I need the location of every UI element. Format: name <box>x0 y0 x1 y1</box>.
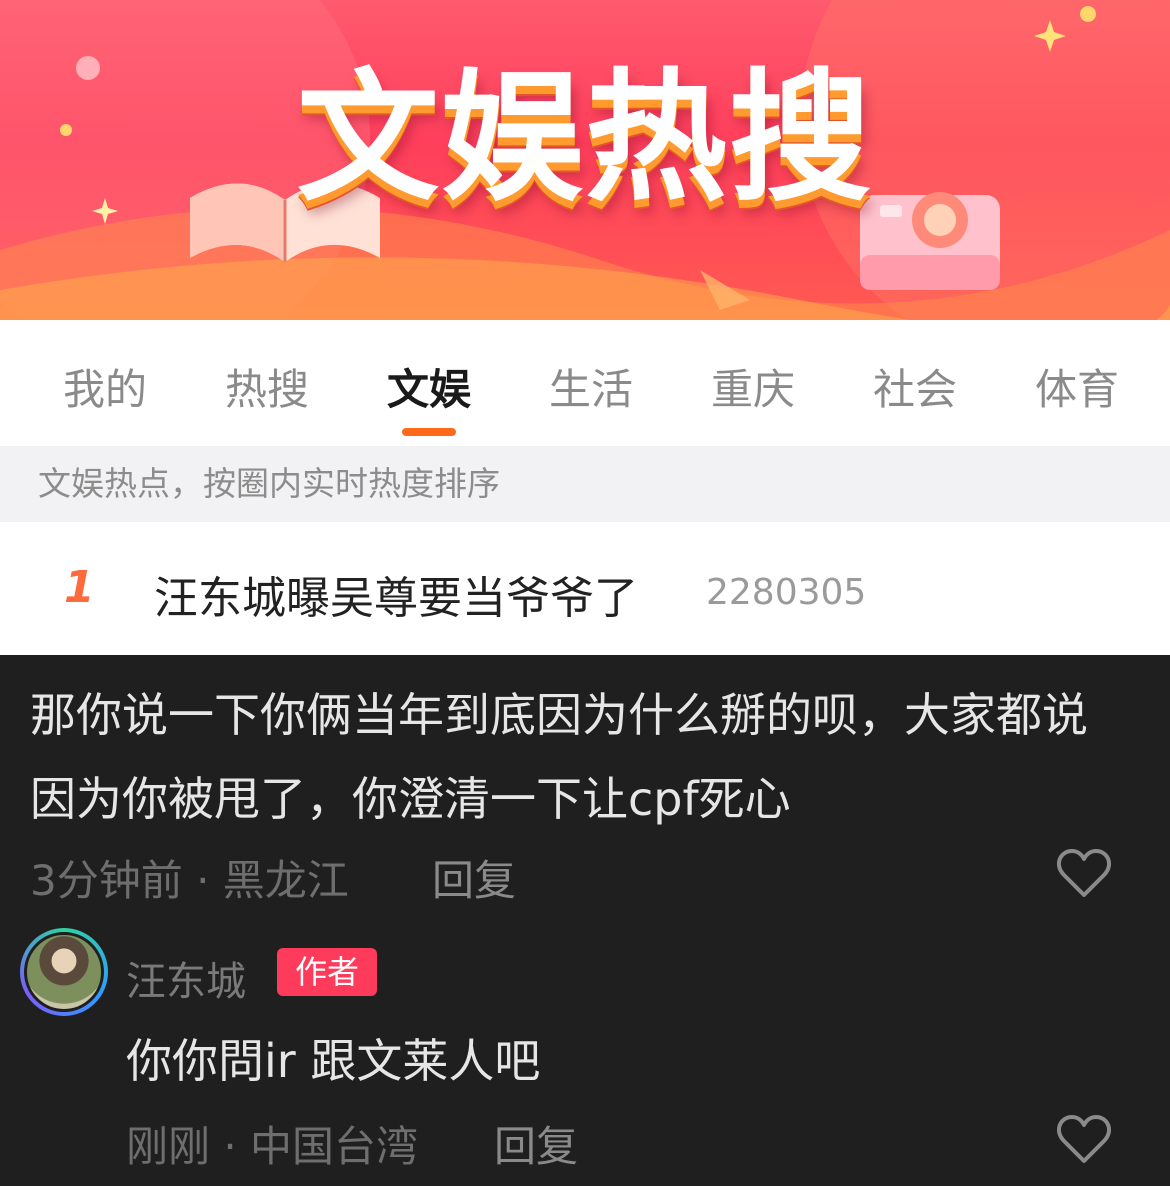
tab-entertainment[interactable]: 文娱 <box>364 356 494 417</box>
comment-reply-button[interactable]: 回复 <box>432 847 516 908</box>
comment-text: 那你说一下你俩当年到底因为什么掰的呗，大家都说因为你被甩了，你澄清一下让cpf死… <box>30 688 1088 826</box>
heart-outline-icon[interactable] <box>1056 847 1112 899</box>
hot-search-item[interactable]: 1 汪东城曝吴尊要当爷爷了 2280305 <box>0 522 1170 655</box>
banner: 文娱热搜 <box>0 0 1170 320</box>
active-tab-indicator <box>402 428 456 436</box>
author-badge: 作者 <box>277 948 377 996</box>
tab-life[interactable]: 生活 <box>526 356 656 417</box>
comment-meta: 3分钟前 · 黑龙江 <box>30 856 349 905</box>
rank-number: 1 <box>64 562 95 613</box>
heat-count: 2280305 <box>706 572 867 613</box>
avatar[interactable] <box>20 928 108 1016</box>
tab-chongqing[interactable]: 重庆 <box>688 356 818 417</box>
heart-outline-icon[interactable] <box>1056 1113 1112 1165</box>
reply-text: 你你問ir 跟文莱人吧 <box>126 1034 541 1088</box>
banner-title: 文娱热搜 <box>297 56 873 221</box>
reply-reply-button[interactable]: 回复 <box>494 1113 578 1174</box>
reply-meta: 刚刚 · 中国台湾 <box>126 1122 419 1171</box>
tab-hot-search[interactable]: 热搜 <box>202 356 332 417</box>
section-description: 文娱热点，按圈内实时热度排序 <box>0 446 1170 522</box>
category-tabs: 我的 热搜 文娱 生活 重庆 社会 体育 <box>0 320 1170 446</box>
tab-mine[interactable]: 我的 <box>40 356 170 417</box>
avatar-image <box>24 932 104 1012</box>
hot-search-title[interactable]: 汪东城曝吴尊要当爷爷了 <box>154 562 638 626</box>
comment-section: 那你说一下你俩当年到底因为什么掰的呗，大家都说因为你被甩了，你澄清一下让cpf死… <box>0 655 1170 1186</box>
tab-sports[interactable]: 体育 <box>1012 356 1142 417</box>
tab-society[interactable]: 社会 <box>850 356 980 417</box>
reply-author-name[interactable]: 汪东城 <box>126 949 246 1007</box>
